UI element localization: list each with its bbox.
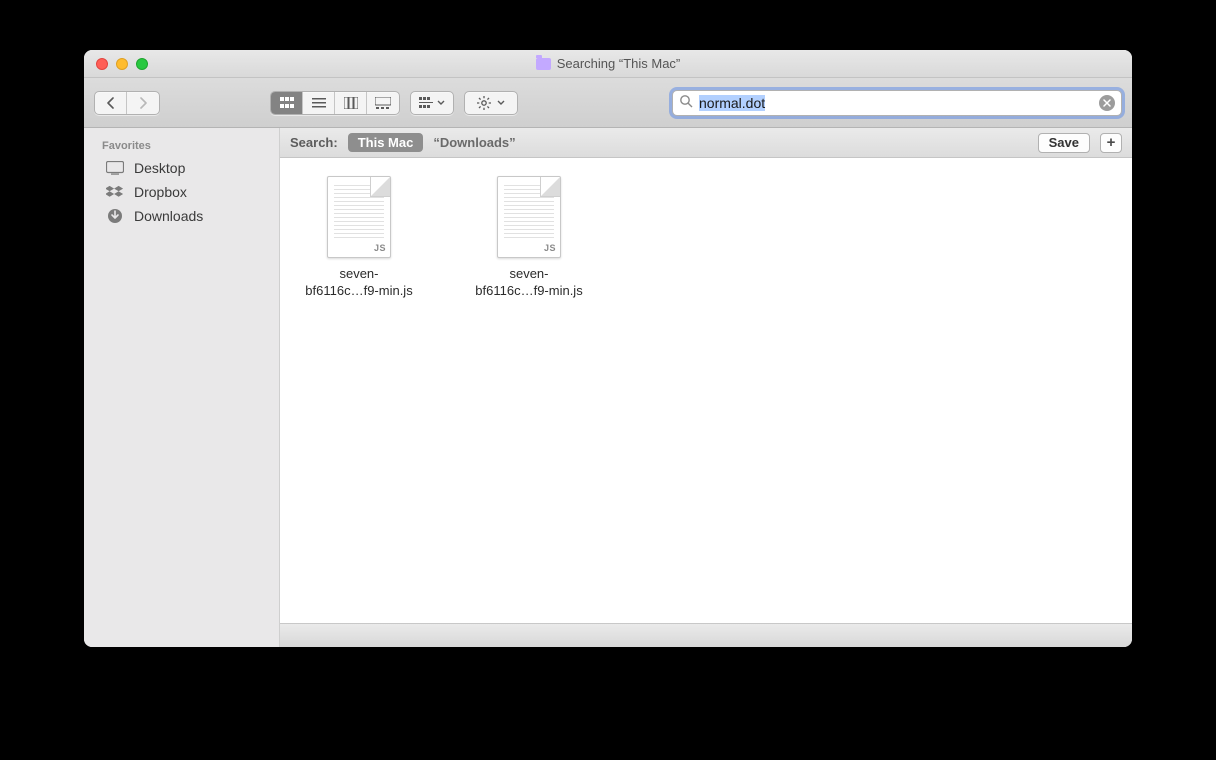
close-window-button[interactable]: [96, 58, 108, 70]
minimize-window-button[interactable]: [116, 58, 128, 70]
window-body: Favorites Desktop Dropbox Downloads: [84, 128, 1132, 647]
window-title: Searching “This Mac”: [84, 56, 1132, 71]
file-item[interactable]: JS seven- bf6116c…f9-min.js: [454, 176, 604, 300]
file-grid: JS seven- bf6116c…f9-min.js JS seven- bf…: [280, 158, 1132, 623]
column-view-button[interactable]: [335, 92, 367, 114]
action-menu[interactable]: [464, 91, 518, 115]
toolbar: [84, 78, 1132, 128]
scope-label: Search:: [290, 135, 338, 150]
group-by-menu[interactable]: [410, 91, 454, 115]
traffic-lights: [84, 58, 148, 70]
search-scope-bar: Search: This Mac “Downloads” Save +: [280, 128, 1132, 158]
js-file-icon: JS: [327, 176, 391, 258]
smart-folder-icon: [536, 58, 551, 70]
window-title-text: Searching “This Mac”: [557, 56, 681, 71]
save-search-button[interactable]: Save: [1038, 133, 1090, 153]
desktop-icon: [106, 161, 124, 175]
search-input[interactable]: [699, 95, 1093, 111]
chevron-down-icon: [497, 100, 505, 106]
js-file-icon: JS: [497, 176, 561, 258]
finder-window: Searching “This Mac”: [84, 50, 1132, 647]
sidebar-item-label: Desktop: [134, 160, 185, 176]
file-type-badge: JS: [544, 243, 556, 253]
file-item[interactable]: JS seven- bf6116c…f9-min.js: [284, 176, 434, 300]
icon-view-button[interactable]: [271, 92, 303, 114]
file-name: seven- bf6116c…f9-min.js: [475, 266, 582, 300]
sidebar-section-header: Favorites: [84, 136, 279, 156]
content-column: Search: This Mac “Downloads” Save + JS s…: [280, 128, 1132, 647]
view-mode-segmented: [270, 91, 400, 115]
sidebar-item-downloads[interactable]: Downloads: [84, 204, 279, 228]
nav-buttons: [94, 91, 160, 115]
downloads-icon: [106, 209, 124, 223]
list-view-button[interactable]: [303, 92, 335, 114]
sidebar: Favorites Desktop Dropbox Downloads: [84, 128, 280, 647]
search-icon: [679, 94, 693, 111]
chevron-down-icon: [437, 100, 445, 106]
scope-downloads[interactable]: “Downloads”: [433, 135, 515, 150]
scope-this-mac[interactable]: This Mac: [348, 133, 424, 152]
gear-icon: [477, 96, 491, 110]
add-criteria-button[interactable]: +: [1100, 133, 1122, 153]
sidebar-item-dropbox[interactable]: Dropbox: [84, 180, 279, 204]
back-button[interactable]: [95, 92, 127, 114]
sidebar-item-label: Downloads: [134, 208, 203, 224]
clear-search-button[interactable]: [1099, 95, 1115, 111]
status-bar: [280, 623, 1132, 647]
sidebar-item-label: Dropbox: [134, 184, 187, 200]
search-field[interactable]: [672, 90, 1122, 116]
title-bar: Searching “This Mac”: [84, 50, 1132, 78]
dropbox-icon: [106, 185, 124, 199]
zoom-window-button[interactable]: [136, 58, 148, 70]
gallery-view-button[interactable]: [367, 92, 399, 114]
file-name: seven- bf6116c…f9-min.js: [305, 266, 412, 300]
sidebar-item-desktop[interactable]: Desktop: [84, 156, 279, 180]
file-type-badge: JS: [374, 243, 386, 253]
forward-button[interactable]: [127, 92, 159, 114]
